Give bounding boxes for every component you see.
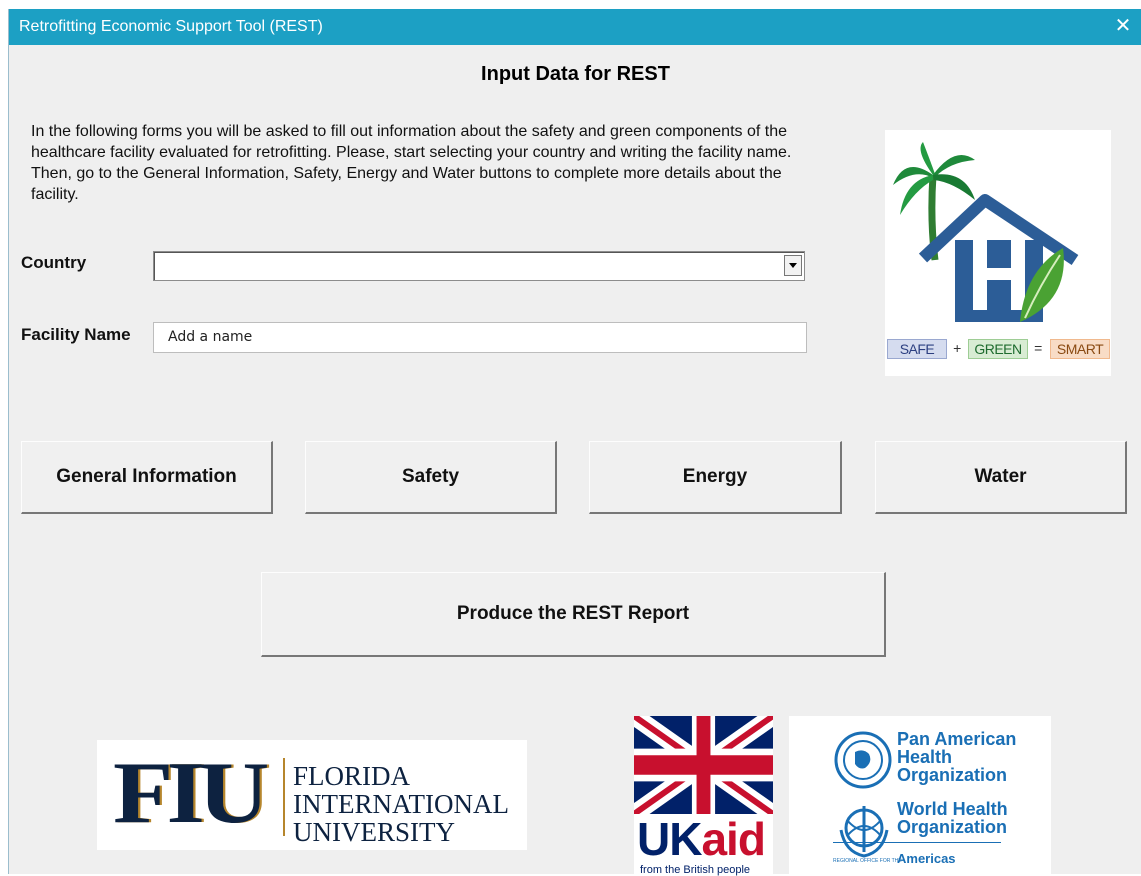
ukaid-wordmark: UKaid <box>637 813 766 865</box>
fiu-logo: FIU FLORIDA INTERNATIONAL UNIVERSITY <box>97 740 527 850</box>
who-name-line2: Organization <box>897 817 1008 837</box>
fiu-divider <box>283 758 285 836</box>
paho-emblem-icon <box>834 731 892 789</box>
ukaid-uk: UK <box>637 813 702 865</box>
close-button[interactable]: ✕ <box>1110 13 1136 39</box>
ukaid-tagline: from the British people <box>640 864 751 876</box>
paho-name-line3: Organization <box>897 765 1008 785</box>
fiu-mark: FIU <box>113 745 269 842</box>
dropdown-button[interactable] <box>784 255 802 276</box>
plus-sign: + <box>953 340 961 356</box>
window-title: Retrofitting Economic Support Tool (REST… <box>19 18 323 35</box>
paho-name-line2: Health <box>897 747 953 767</box>
who-emblem-icon <box>839 806 889 858</box>
title-bar: Retrofitting Economic Support Tool (REST… <box>9 9 1141 45</box>
intro-text: In the following forms you will be asked… <box>31 123 792 203</box>
safety-button[interactable]: Safety <box>305 441 557 514</box>
general-information-button[interactable]: General Information <box>21 441 273 514</box>
union-flag-icon <box>634 716 773 814</box>
chevron-down-icon <box>789 263 797 268</box>
fiu-name-line2: INTERNATIONAL <box>293 789 509 819</box>
facility-label: Facility Name <box>21 325 131 344</box>
water-button[interactable]: Water <box>875 441 1127 514</box>
hospital-house-icon <box>893 142 1079 322</box>
country-label: Country <box>21 253 87 272</box>
fiu-name-line3: UNIVERSITY <box>293 817 455 847</box>
country-dropdown[interactable] <box>153 251 805 281</box>
paho-who-logo: Pan American Health Organization World H… <box>789 716 1051 876</box>
fiu-name-line1: FLORIDA <box>293 761 411 791</box>
regional-office-name: Americas <box>897 851 956 866</box>
produce-report-button[interactable]: Produce the REST Report <box>261 572 886 657</box>
green-tag: GREEN <box>968 339 1028 359</box>
form-title: Input Data for REST <box>481 63 670 85</box>
who-rule <box>833 842 1001 843</box>
ukaid-aid: aid <box>701 813 765 865</box>
who-name-line1: World Health <box>897 799 1008 819</box>
safe-tag: SAFE <box>887 339 947 359</box>
regional-office-label: REGIONAL OFFICE FOR THE <box>833 858 902 864</box>
energy-button[interactable]: Energy <box>589 441 842 514</box>
safe-green-smart-logo: SAFE + GREEN = SMART <box>885 130 1111 376</box>
close-icon[interactable]: ✕ <box>1115 15 1132 37</box>
paho-name-line1: Pan American <box>897 729 1017 749</box>
equals-sign: = <box>1034 340 1042 356</box>
smart-tag: SMART <box>1050 339 1110 359</box>
ukaid-logo: UKaid from the British people <box>634 716 773 876</box>
dialog-window: Retrofitting Economic Support Tool (REST… <box>8 9 1141 876</box>
facility-name-input[interactable]: Add a name <box>153 322 807 353</box>
